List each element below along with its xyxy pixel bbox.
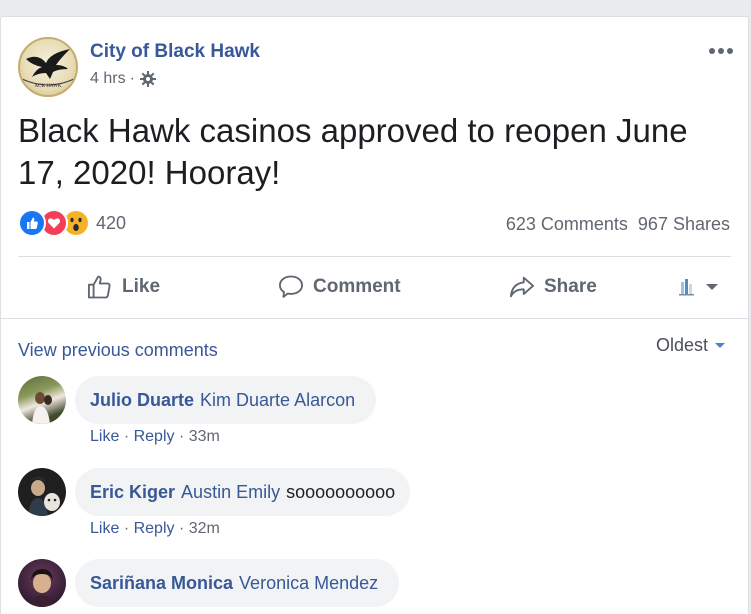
like-reaction-icon <box>18 209 46 237</box>
share-icon <box>509 276 535 298</box>
comment-meta: Like · Reply · 33m <box>90 428 220 445</box>
sort-label: Oldest <box>655 335 708 355</box>
comment-bubble: Eric Kiger Austin Emily soooooooooo <box>75 468 411 516</box>
comment-bubble: Sariñana Monica Veronica Mendez <box>75 559 400 607</box>
comment-bubble: Julio Duarte Kim Duarte Alarcon <box>75 376 377 424</box>
share-button[interactable]: Share <box>508 259 597 315</box>
thumbs-up-icon <box>87 275 111 299</box>
divider <box>18 256 731 257</box>
like-button[interactable]: Like <box>86 259 160 315</box>
section-divider <box>1 318 748 319</box>
comment-time[interactable]: 32m <box>189 520 220 537</box>
comment-reply-link[interactable]: Reply <box>134 428 175 445</box>
comment-like-link[interactable]: Like <box>90 520 119 537</box>
comment-author[interactable]: Julio Duarte <box>90 390 194 411</box>
post-time[interactable]: 4 hrs <box>90 70 126 88</box>
comment-button[interactable]: Comment <box>277 259 401 315</box>
reactions-summary[interactable]: 420 <box>18 209 126 237</box>
eagle-logo: ACK HAWK <box>21 49 75 89</box>
comment-author[interactable]: Eric Kiger <box>90 482 175 503</box>
comment-meta: Like · Reply · 32m <box>90 520 220 537</box>
post-as-selector[interactable] <box>679 259 719 315</box>
share-label: Share <box>544 276 597 297</box>
page-avatar-icon <box>679 279 694 296</box>
shares-count-link[interactable]: 967 Shares <box>638 214 730 235</box>
logo-text: ACK HAWK <box>35 84 62 89</box>
comment-tag[interactable]: Kim Duarte Alarcon <box>200 390 355 411</box>
comment-sort-dropdown[interactable]: Oldest <box>656 335 726 356</box>
gear-icon[interactable] <box>139 70 157 88</box>
post-meta: 4 hrs · <box>90 70 157 88</box>
view-previous-comments-link[interactable]: View previous comments <box>18 340 218 361</box>
post-text: Black Hawk casinos approved to reopen Ju… <box>18 112 688 191</box>
comment-text: soooooooooo <box>286 481 396 502</box>
comment-label: Comment <box>313 276 401 297</box>
like-label: Like <box>122 276 161 297</box>
meta-separator: · <box>129 70 135 87</box>
avatar[interactable] <box>18 559 66 607</box>
page-avatar[interactable]: ACK HAWK <box>18 37 78 97</box>
comment-like-link[interactable]: Like <box>90 428 119 445</box>
caret-down-icon <box>715 343 725 348</box>
comment-tag[interactable]: Veronica Mendez <box>239 573 378 594</box>
comments-count-link[interactable]: 623 Comments <box>506 214 628 235</box>
caret-down-icon <box>706 284 718 290</box>
comment-tag[interactable]: Austin Emily <box>181 482 280 503</box>
action-bar: Like Comment Share <box>1 259 748 315</box>
reaction-count: 420 <box>96 212 127 233</box>
comment-time[interactable]: 33m <box>189 428 220 445</box>
engagement-counts: 623 Comments 967 Shares <box>506 214 730 235</box>
comment-reply-link[interactable]: Reply <box>134 520 175 537</box>
avatar[interactable] <box>18 468 66 516</box>
comment-icon <box>278 275 304 298</box>
post-card: ACK HAWK City of Black Hawk 4 hrs · Blac… <box>0 16 749 614</box>
avatar[interactable] <box>18 376 66 424</box>
more-icon <box>709 48 733 54</box>
comment-author[interactable]: Sariñana Monica <box>90 573 233 594</box>
page-name-link[interactable]: City of Black Hawk <box>90 41 260 63</box>
more-options-button[interactable] <box>708 35 734 61</box>
